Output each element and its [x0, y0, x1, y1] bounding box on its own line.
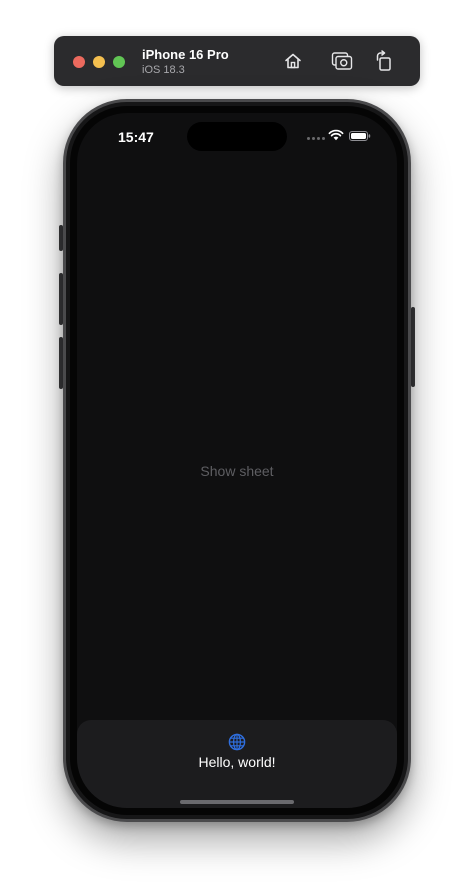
- status-bar-time: 15:47: [118, 129, 154, 145]
- phone-screen: 15:47 Show sheet Hello, world!: [77, 113, 397, 808]
- rotate-button[interactable]: [372, 49, 396, 73]
- cellular-icon: [307, 137, 325, 140]
- side-power-button[interactable]: [411, 307, 415, 387]
- device-name: iPhone 16 Pro: [142, 47, 229, 62]
- minimize-window-button[interactable]: [93, 56, 105, 68]
- home-icon: [285, 53, 301, 69]
- home-button[interactable]: [281, 49, 305, 73]
- battery-icon: [349, 131, 371, 141]
- bottom-sheet: Hello, world!: [77, 720, 397, 808]
- screenshot-button[interactable]: [330, 49, 354, 73]
- show-sheet-button[interactable]: Show sheet: [77, 463, 397, 479]
- wifi-icon: [328, 129, 344, 141]
- simulator-stage: iPhone 16 Pro iOS 18.3 15:47 Show sheet …: [0, 0, 474, 896]
- screenshot-icon: [331, 52, 353, 70]
- home-indicator[interactable]: [180, 800, 294, 804]
- simulator-toolbar: iPhone 16 Pro iOS 18.3: [54, 36, 420, 86]
- rotate-icon: [376, 50, 391, 71]
- close-window-button[interactable]: [73, 56, 85, 68]
- zoom-window-button[interactable]: [113, 56, 125, 68]
- hello-world-text: Hello, world!: [198, 754, 276, 770]
- dynamic-island: [187, 122, 287, 151]
- os-version: iOS 18.3: [142, 64, 185, 76]
- globe-icon: [228, 733, 246, 751]
